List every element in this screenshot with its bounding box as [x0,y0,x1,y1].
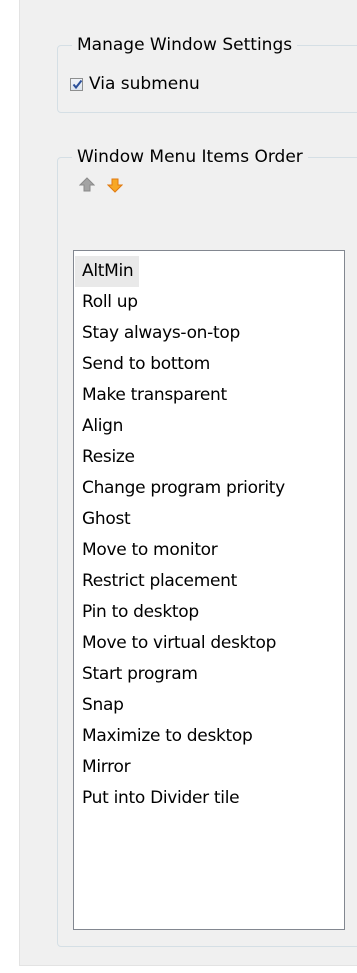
list-item[interactable]: Send to bottom [75,349,216,380]
list-row: Ghost [75,504,344,535]
list-row: Stay always-on-top [75,318,344,349]
list-row: Make transparent [75,380,344,411]
list-item[interactable]: Maximize to desktop [75,721,259,752]
list-row: Send to bottom [75,349,344,380]
list-item[interactable]: Change program priority [75,473,291,504]
list-item[interactable]: Start program [75,659,204,690]
window-menu-items-order-title: Window Menu Items Order [72,146,308,168]
list-row: Pin to desktop [75,597,344,628]
list-item[interactable]: Snap [75,690,130,721]
via-submenu-checkbox-row[interactable]: Via submenu [70,74,200,94]
list-item[interactable]: Move to virtual desktop [75,628,282,659]
list-row: Move to virtual desktop [75,628,344,659]
manage-window-settings-title: Manage Window Settings [72,34,298,56]
list-item[interactable]: Move to monitor [75,535,223,566]
list-item[interactable]: Restrict placement [75,566,243,597]
list-row: Move to monitor [75,535,344,566]
via-submenu-checkbox[interactable] [70,77,83,91]
menu-items-list: AltMin Roll up Stay always-on-top Send to b… [74,251,344,814]
list-row: Put into Divider tile [75,783,344,814]
menu-items-listbox[interactable]: AltMin Roll up Stay always-on-top Send to b… [73,250,345,930]
list-item[interactable]: Put into Divider tile [75,783,245,814]
list-item[interactable]: Roll up [75,287,144,318]
list-item[interactable]: Ghost [75,504,136,535]
list-row: Snap [75,690,344,721]
list-row: Align [75,411,344,442]
list-row: Resize [75,442,344,473]
list-row: Change program priority [75,473,344,504]
arrow-down-icon [107,178,123,193]
move-down-button[interactable] [104,174,126,196]
list-item[interactable]: Align [75,411,129,442]
checkmark-icon [72,79,83,89]
window-menu-items-order-group: Window Menu Items Order AltMin Roll up Sta… [57,146,357,947]
settings-panel: Manage Window Settings Via submenu Windo… [19,0,357,966]
list-row: Start program [75,659,344,690]
list-row: Mirror [75,752,344,783]
list-item[interactable]: Mirror [75,752,136,783]
via-submenu-label: Via submenu [89,74,200,94]
list-row: Maximize to desktop [75,721,344,752]
list-item[interactable]: Stay always-on-top [75,318,246,349]
list-row: Restrict placement [75,566,344,597]
list-item[interactable]: Pin to desktop [75,597,205,628]
list-row: AltMin [75,256,344,287]
list-item[interactable]: Resize [75,442,141,473]
list-item[interactable]: AltMin [75,256,140,287]
list-row: Roll up [75,287,344,318]
list-item[interactable]: Make transparent [75,380,233,411]
manage-window-settings-group: Manage Window Settings Via submenu [57,34,357,113]
arrow-up-icon [79,177,95,192]
move-up-button[interactable] [76,174,98,196]
